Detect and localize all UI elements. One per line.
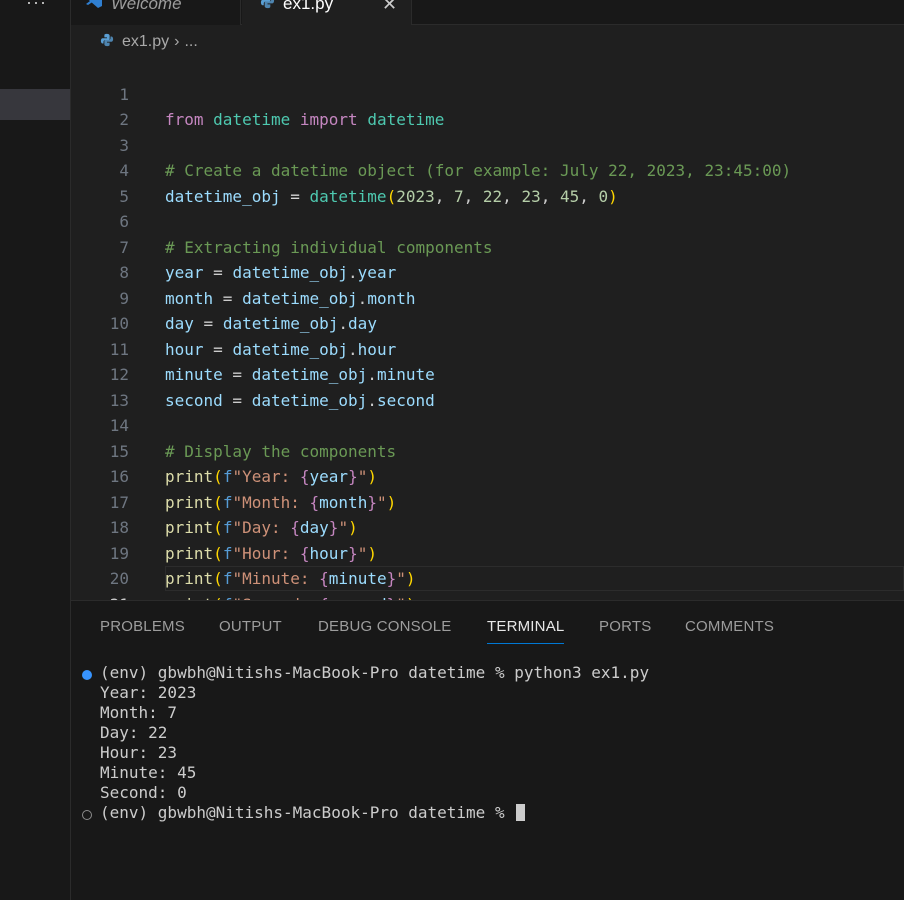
editor-tab-bar: Welcome ex1.py ✕ (71, 0, 904, 25)
breadcrumb-more[interactable]: ... (184, 33, 197, 51)
code-line: 13 (71, 362, 904, 410)
activity-sidebar: ··· (0, 0, 71, 900)
tab-welcome-label: Welcome (111, 0, 182, 13)
code-line: 6 # Extracting individual components (71, 184, 904, 257)
current-line-highlight (165, 566, 904, 591)
code-editor[interactable]: 1 from datetime import datetime 2 3 # Cr… (71, 56, 904, 614)
code-line: 10 hour = datetime_obj.hour (71, 286, 904, 359)
tab-welcome[interactable]: Welcome (71, 0, 241, 25)
code-line: 17 print(f"Day: {day}") (71, 464, 904, 538)
terminal-cursor (516, 804, 526, 821)
terminal-prompt: (env) gbwbh@Nitishs-MacBook-Pro datetime… (100, 803, 515, 822)
terminal-output-line: Minute: 45 (100, 763, 197, 782)
active-tab-underline (487, 643, 565, 644)
breadcrumb-file[interactable]: ex1.py (122, 33, 169, 51)
code-line: 15 print(f"Year: {year}") (71, 413, 904, 487)
code-line: 8 month = datetime_obj.month (71, 235, 904, 308)
code-line: 1 from datetime import datetime (71, 56, 904, 130)
prompt-idle-dot-icon (82, 810, 92, 820)
tab-problems[interactable]: PROBLEMS (100, 618, 185, 635)
tab-terminal-label: TERMINAL (487, 618, 565, 635)
tab-debug-console[interactable]: DEBUG CONSOLE (318, 618, 451, 635)
tab-output[interactable]: OUTPUT (219, 618, 282, 635)
vscode-logo-icon (85, 0, 103, 14)
terminal-output-line: Year: 2023 (100, 683, 197, 702)
chevron-right-icon: › (174, 33, 180, 50)
code-line: 19 print(f"Minute: {minute}") (71, 515, 904, 589)
code-line: 7 year = datetime_obj.year (71, 209, 904, 283)
code-line: 2 (71, 82, 904, 129)
tab-comments[interactable]: COMMENTS (685, 618, 774, 635)
code-line: 4 datetime_obj = datetime(2023, 7, 22, 2… (71, 133, 904, 206)
tab-ex1-py[interactable]: ex1.py ✕ (242, 0, 412, 25)
breadcrumb: ex1.py › ... (100, 31, 198, 53)
tab-terminal[interactable]: TERMINAL (487, 618, 565, 644)
code-line: 14 # Display the components (71, 388, 904, 461)
code-line: 9 day = datetime_obj.day (71, 260, 904, 334)
code-line: 16 print(f"Month: {month}") (71, 439, 904, 512)
close-icon[interactable]: ✕ (382, 0, 397, 15)
code-line: 5 (71, 158, 904, 206)
terminal-prompt-row: (env) gbwbh@Nitishs-MacBook-Pro datetime… (71, 803, 904, 823)
selected-explorer-item[interactable] (0, 89, 70, 120)
terminal-output-line: Hour: 23 (100, 743, 178, 762)
code-line: 18 print(f"Hour: {hour}") (71, 490, 904, 563)
code-line: 11 minute = datetime_obj.minute (71, 311, 904, 385)
python-icon (260, 0, 275, 14)
tab-ex1-label: ex1.py (283, 0, 334, 13)
code-line: 12 second = datetime_obj.second (71, 337, 904, 410)
more-actions-icon[interactable]: ··· (26, 0, 47, 13)
terminal-command-row: (env) gbwbh@Nitishs-MacBook-Pro datetime… (71, 663, 904, 683)
terminal-command: (env) gbwbh@Nitishs-MacBook-Pro datetime… (100, 663, 650, 682)
terminal-output-line: Day: 22 (100, 723, 168, 742)
terminal-output-line: Month: 7 (100, 703, 178, 722)
command-success-dot-icon (82, 670, 92, 680)
current-code-line[interactable]: 21 (71, 566, 904, 614)
bottom-panel: PROBLEMS OUTPUT DEBUG CONSOLE TERMINAL P… (71, 600, 904, 900)
terminal-output-line: Second: 0 (100, 783, 187, 802)
python-icon (100, 33, 114, 52)
code-line: 3 # Create a datetime object (for exampl… (71, 107, 904, 181)
code-line: 20 print(f"Second: {second}") (71, 541, 904, 614)
tab-ports[interactable]: PORTS (599, 618, 651, 635)
